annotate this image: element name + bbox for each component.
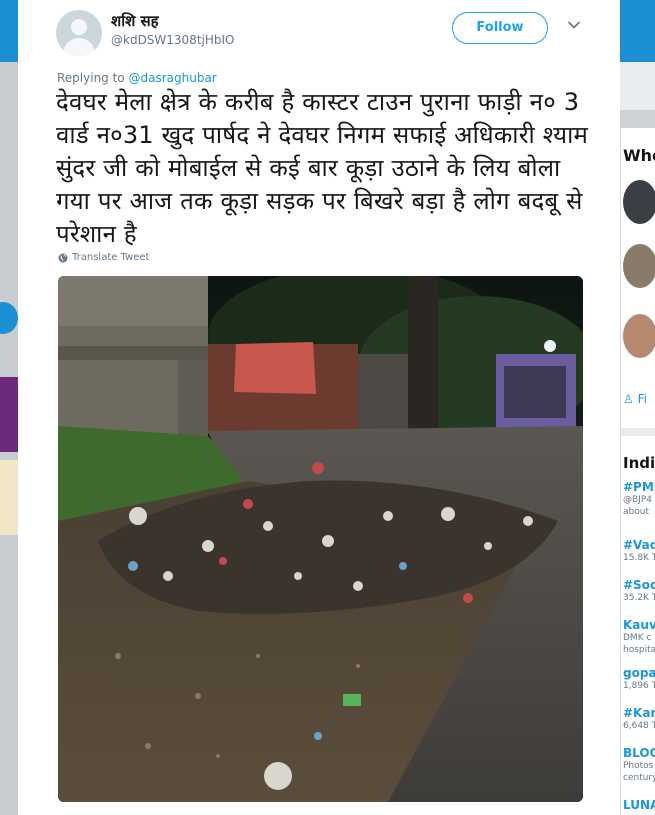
trend-item[interactable]: Kauve DMK c hospita [623, 618, 655, 656]
background-left-column [0, 62, 18, 815]
user-handle[interactable]: @kdDSW1308tjHbIO [111, 33, 235, 47]
chevron-down-icon[interactable] [567, 18, 581, 32]
find-people-link[interactable]: ♙ Fi [623, 392, 647, 406]
tweet-text: देवघर मेला क्षेत्र के करीब है कास्टर टाउ… [56, 88, 589, 248]
trend-item[interactable]: #PMF @BJP4 about [623, 480, 655, 518]
replying-to-line: Replying to @dasraghubar [57, 71, 217, 85]
trend-item[interactable]: #Karu 6,648 T [623, 706, 655, 732]
background-avatar-button [0, 302, 18, 334]
background-card [0, 377, 18, 452]
garbage-street-photo [58, 276, 583, 802]
suggested-user-avatar[interactable] [623, 180, 655, 224]
right-sidebar: Who ♙ Fi India #PMF @BJP4 about #Vada 15… [620, 128, 655, 815]
display-name[interactable]: शशि सह [111, 11, 159, 31]
who-to-follow-title: Who [623, 146, 655, 165]
reply-mention-link[interactable]: @dasraghubar [128, 71, 216, 85]
globe-icon [58, 253, 68, 262]
background-nav-bar [620, 62, 655, 110]
trend-item[interactable]: #Soch 35.2K T [623, 578, 655, 604]
suggested-user-avatar[interactable] [623, 314, 655, 358]
background-card [0, 460, 18, 535]
trends-title: India [623, 454, 655, 472]
translate-tweet-link[interactable]: Translate Tweet [58, 252, 149, 263]
follow-button[interactable]: Follow [452, 12, 548, 44]
suggested-user-avatar[interactable] [623, 244, 655, 288]
trends-section: India #PMF @BJP4 about #Vada 15.8K T #So… [621, 428, 655, 815]
trend-item[interactable]: gopal 1,896 T [623, 666, 655, 692]
default-avatar-icon[interactable] [56, 10, 102, 56]
people-icon: ♙ [623, 392, 634, 406]
trend-item[interactable]: BLOO Photos century [623, 746, 655, 784]
trend-item[interactable]: LUNA [623, 798, 655, 812]
tweet-permalink-modal: शशि सह @kdDSW1308tjHbIO Follow Replying … [18, 0, 620, 815]
tweet-photo[interactable] [58, 276, 583, 802]
trend-item[interactable]: #Vada 15.8K T [623, 538, 655, 564]
